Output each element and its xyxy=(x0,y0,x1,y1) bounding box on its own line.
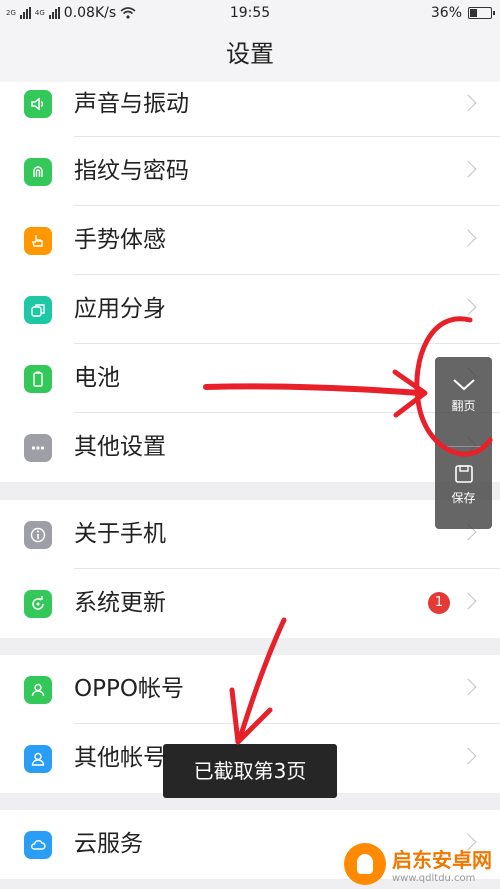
settings-item-label: 关于手机 xyxy=(74,521,166,547)
divider xyxy=(443,446,484,447)
screenshot-toast: 已截取第3页 xyxy=(163,744,337,798)
info-icon xyxy=(24,521,52,549)
update-icon xyxy=(24,590,52,618)
speaker-icon xyxy=(24,90,52,118)
chevron-right-icon xyxy=(459,592,477,610)
chevron-down-icon xyxy=(452,379,475,391)
fingerprint-icon xyxy=(24,158,52,186)
more-dots-icon xyxy=(24,434,52,462)
watermark-site-name: 启东安卓网 xyxy=(392,848,492,872)
settings-item-label: 其他设置 xyxy=(74,434,166,460)
settings-item-label: 手势体感 xyxy=(74,227,166,253)
settings-item-label: 系统更新 xyxy=(74,590,166,616)
cloud-icon xyxy=(24,831,52,859)
chevron-right-icon xyxy=(459,747,477,765)
save-icon xyxy=(454,465,473,483)
settings-item-about-phone[interactable]: 关于手机 xyxy=(0,500,500,569)
watermark-text: 启东安卓网 www.qdltdu.com xyxy=(392,844,492,884)
title-bar: 设置 xyxy=(0,26,500,82)
chevron-right-icon xyxy=(459,229,477,247)
watermark-logo-icon xyxy=(344,843,386,885)
long-screenshot-panel: 翻页 保存 xyxy=(435,357,492,529)
update-count-badge: 1 xyxy=(428,592,450,614)
user-icon xyxy=(24,745,52,773)
chevron-right-icon xyxy=(459,678,477,696)
settings-group-device: 声音与振动 指纹与密码 手势体感 应用分身 电池 其他设置 xyxy=(0,82,500,482)
chevron-right-icon xyxy=(459,298,477,316)
settings-group-system: 关于手机 系统更新 1 xyxy=(0,500,500,638)
settings-item-label: 电池 xyxy=(74,365,120,391)
settings-item-oppo-account[interactable]: OPPO帐号 xyxy=(0,655,500,724)
page-flip-label: 翻页 xyxy=(451,399,476,413)
app-clone-icon xyxy=(24,296,52,324)
watermark-url: www.qdltdu.com xyxy=(392,873,476,884)
page-title: 设置 xyxy=(226,40,274,68)
site-watermark: 启东安卓网 www.qdltdu.com xyxy=(344,843,492,885)
settings-item-label: 应用分身 xyxy=(74,296,166,322)
settings-item-other-settings[interactable]: 其他设置 xyxy=(0,413,500,482)
settings-item-label: 指纹与密码 xyxy=(74,158,189,184)
battery-icon xyxy=(468,7,495,19)
settings-item-gesture-motion[interactable]: 手势体感 xyxy=(0,206,500,275)
settings-item-app-clone[interactable]: 应用分身 xyxy=(0,275,500,344)
settings-item-label: 其他帐号 xyxy=(74,745,166,771)
status-right: 36% xyxy=(430,5,495,21)
settings-item-battery[interactable]: 电池 xyxy=(0,344,500,413)
battery-icon xyxy=(24,365,52,393)
chevron-right-icon xyxy=(459,94,477,112)
gesture-hand-icon xyxy=(24,227,52,255)
user-icon xyxy=(24,676,52,704)
page-flip-button[interactable]: 翻页 xyxy=(435,375,492,414)
battery-percent: 36% xyxy=(430,5,462,21)
chevron-right-icon xyxy=(459,160,477,178)
save-button[interactable]: 保存 xyxy=(435,463,492,506)
settings-item-sound-vibration[interactable]: 声音与振动 xyxy=(0,82,500,137)
settings-item-fingerprint-password[interactable]: 指纹与密码 xyxy=(0,137,500,206)
status-bar: 2G 4G 0.08K/s 19:55 36% xyxy=(0,0,500,26)
battery-fill xyxy=(470,9,477,17)
save-label: 保存 xyxy=(451,491,476,505)
clock: 19:55 xyxy=(229,5,271,21)
settings-item-label: 声音与振动 xyxy=(74,91,189,117)
settings-item-label: OPPO帐号 xyxy=(74,676,184,702)
settings-item-label: 云服务 xyxy=(74,831,143,857)
settings-item-system-update[interactable]: 系统更新 1 xyxy=(0,569,500,638)
